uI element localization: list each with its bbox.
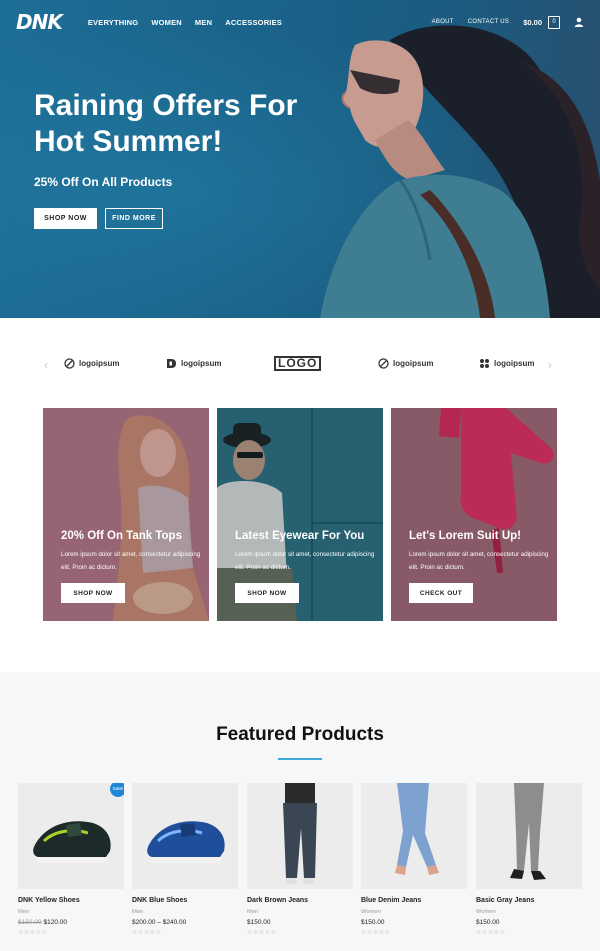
hero-banner: DNK EVERYTHING WOMEN MEN ACCESSORIES ABO… <box>0 0 600 318</box>
brand-logo-2: logoipsum <box>166 358 221 369</box>
product-category[interactable]: Men <box>132 909 238 915</box>
cart-total[interactable]: $0.00 <box>523 18 542 27</box>
product-card[interactable]: Sale! DNK Yellow Shoes Men $150.00 $120.0… <box>18 783 124 936</box>
sale-price: $120.00 <box>43 919 68 926</box>
product-name[interactable]: DNK Blue Shoes <box>132 897 238 904</box>
product-name[interactable]: Blue Denim Jeans <box>361 897 467 904</box>
product-price: $150.00 $120.00 <box>18 919 124 926</box>
hero-subtitle: 25% Off On All Products <box>34 175 173 189</box>
product-image[interactable] <box>247 783 353 889</box>
gray-jeans-image <box>510 783 546 880</box>
card-text: Lorem ipsum dolor sit amet, consectetur … <box>61 551 201 571</box>
top-navigation: DNK EVERYTHING WOMEN MEN ACCESSORIES ABO… <box>0 0 600 44</box>
card-text: Lorem ipsum dolor sit amet, consectetur … <box>409 551 549 571</box>
promo-card-tank-tops: 20% Off On Tank Tops Lorem ipsum dolor s… <box>43 408 209 621</box>
title-underline <box>278 758 322 760</box>
rating-stars: ☆☆☆☆☆ <box>132 930 162 936</box>
green-sneaker-image <box>33 821 111 863</box>
old-price: $150.00 <box>18 919 42 926</box>
product-card[interactable]: Basic Gray Jeans Women $150.00 ☆☆☆☆☆ <box>476 783 582 936</box>
hero-woman-image <box>320 25 600 318</box>
section-title: Featured Products <box>216 724 384 745</box>
brand-logo-1: logoipsum <box>64 358 119 369</box>
nav-contact[interactable]: CONTACT US <box>468 19 509 25</box>
hero-find-more-button[interactable]: FIND MORE <box>105 208 163 229</box>
promo-card-suit-up: Let's Lorem Suit Up! Lorem ipsum dolor s… <box>391 408 557 621</box>
product-category[interactable]: Men <box>18 909 124 915</box>
blue-jeans-image <box>395 783 439 875</box>
product-price: $150.00 <box>361 919 385 926</box>
chevron-right-icon[interactable]: › <box>548 358 552 372</box>
hero-shop-now-button[interactable]: SHOP NOW <box>34 208 97 229</box>
product-card[interactable]: DNK Blue Shoes Men $200.00 – $240.00 ☆☆☆… <box>132 783 238 936</box>
rating-stars: ☆☆☆☆☆ <box>476 930 506 936</box>
circle-slash-icon <box>64 358 75 369</box>
product-card[interactable]: Dark Brown Jeans Men $150.00 ☆☆☆☆☆ <box>247 783 353 936</box>
card-shop-now-button[interactable]: SHOP NOW <box>61 583 125 603</box>
nav-accessories[interactable]: ACCESSORIES <box>225 18 282 27</box>
card-title: Let's Lorem Suit Up! <box>409 530 521 542</box>
promo-card-eyewear: Latest Eyewear For You Lorem ipsum dolor… <box>217 408 383 621</box>
dark-jeans-image <box>283 783 317 884</box>
brand-logo-strip: ‹ logoipsum logoipsum LOGO logoipsum log… <box>0 318 600 408</box>
circle-slash-icon <box>378 358 389 369</box>
product-category[interactable]: Women <box>361 909 467 915</box>
brand-logo-4: logoipsum <box>378 358 433 369</box>
nav-everything[interactable]: EVERYTHING <box>88 18 138 27</box>
dots-mark-icon <box>480 359 489 368</box>
nav-men[interactable]: MEN <box>195 18 212 27</box>
site-logo[interactable]: DNK <box>16 10 63 34</box>
blue-sneaker-image <box>147 821 225 863</box>
product-price: $150.00 <box>247 919 271 926</box>
product-name[interactable]: Dark Brown Jeans <box>247 897 353 904</box>
user-account-icon[interactable] <box>574 17 584 27</box>
sale-badge: Sale! <box>110 783 124 797</box>
card-shop-now-button[interactable]: SHOP NOW <box>235 583 299 603</box>
brand-logo-5: logoipsum <box>479 358 534 369</box>
nav-right-area: ABOUT CONTACT US $0.00 0 <box>432 15 584 29</box>
product-price: $200.00 – $240.00 <box>132 919 187 926</box>
card-title: Latest Eyewear For You <box>235 530 365 542</box>
chevron-left-icon[interactable]: ‹ <box>44 358 48 372</box>
featured-products-section: Featured Products Sale! DNK Yellow Shoes… <box>0 672 600 951</box>
d-mark-icon <box>167 359 176 368</box>
product-category[interactable]: Women <box>476 909 582 915</box>
product-image[interactable] <box>132 783 238 889</box>
product-name[interactable]: DNK Yellow Shoes <box>18 897 124 904</box>
brand-logo-3: LOGO <box>274 356 322 371</box>
card-title: 20% Off On Tank Tops <box>61 530 182 542</box>
hero-title: Raining Offers For Hot Summer! <box>34 89 298 158</box>
product-price: $150.00 <box>476 919 500 926</box>
product-card[interactable]: Blue Denim Jeans Women $150.00 ☆☆☆☆☆ <box>361 783 467 936</box>
rating-stars: ☆☆☆☆☆ <box>18 930 48 936</box>
rating-stars: ☆☆☆☆☆ <box>361 930 391 936</box>
nav-about[interactable]: ABOUT <box>432 19 454 25</box>
product-image[interactable] <box>476 783 582 889</box>
product-image[interactable] <box>361 783 467 889</box>
main-menu: EVERYTHING WOMEN MEN ACCESSORIES <box>88 18 282 27</box>
product-image[interactable]: Sale! <box>18 783 124 889</box>
rating-stars: ☆☆☆☆☆ <box>247 930 277 936</box>
card-check-out-button[interactable]: CHECK OUT <box>409 583 473 603</box>
cart-count-badge[interactable]: 0 <box>548 15 560 29</box>
nav-women[interactable]: WOMEN <box>151 18 182 27</box>
product-category[interactable]: Men <box>247 909 353 915</box>
card-text: Lorem ipsum dolor sit amet, consectetur … <box>235 551 375 571</box>
product-name[interactable]: Basic Gray Jeans <box>476 897 582 904</box>
